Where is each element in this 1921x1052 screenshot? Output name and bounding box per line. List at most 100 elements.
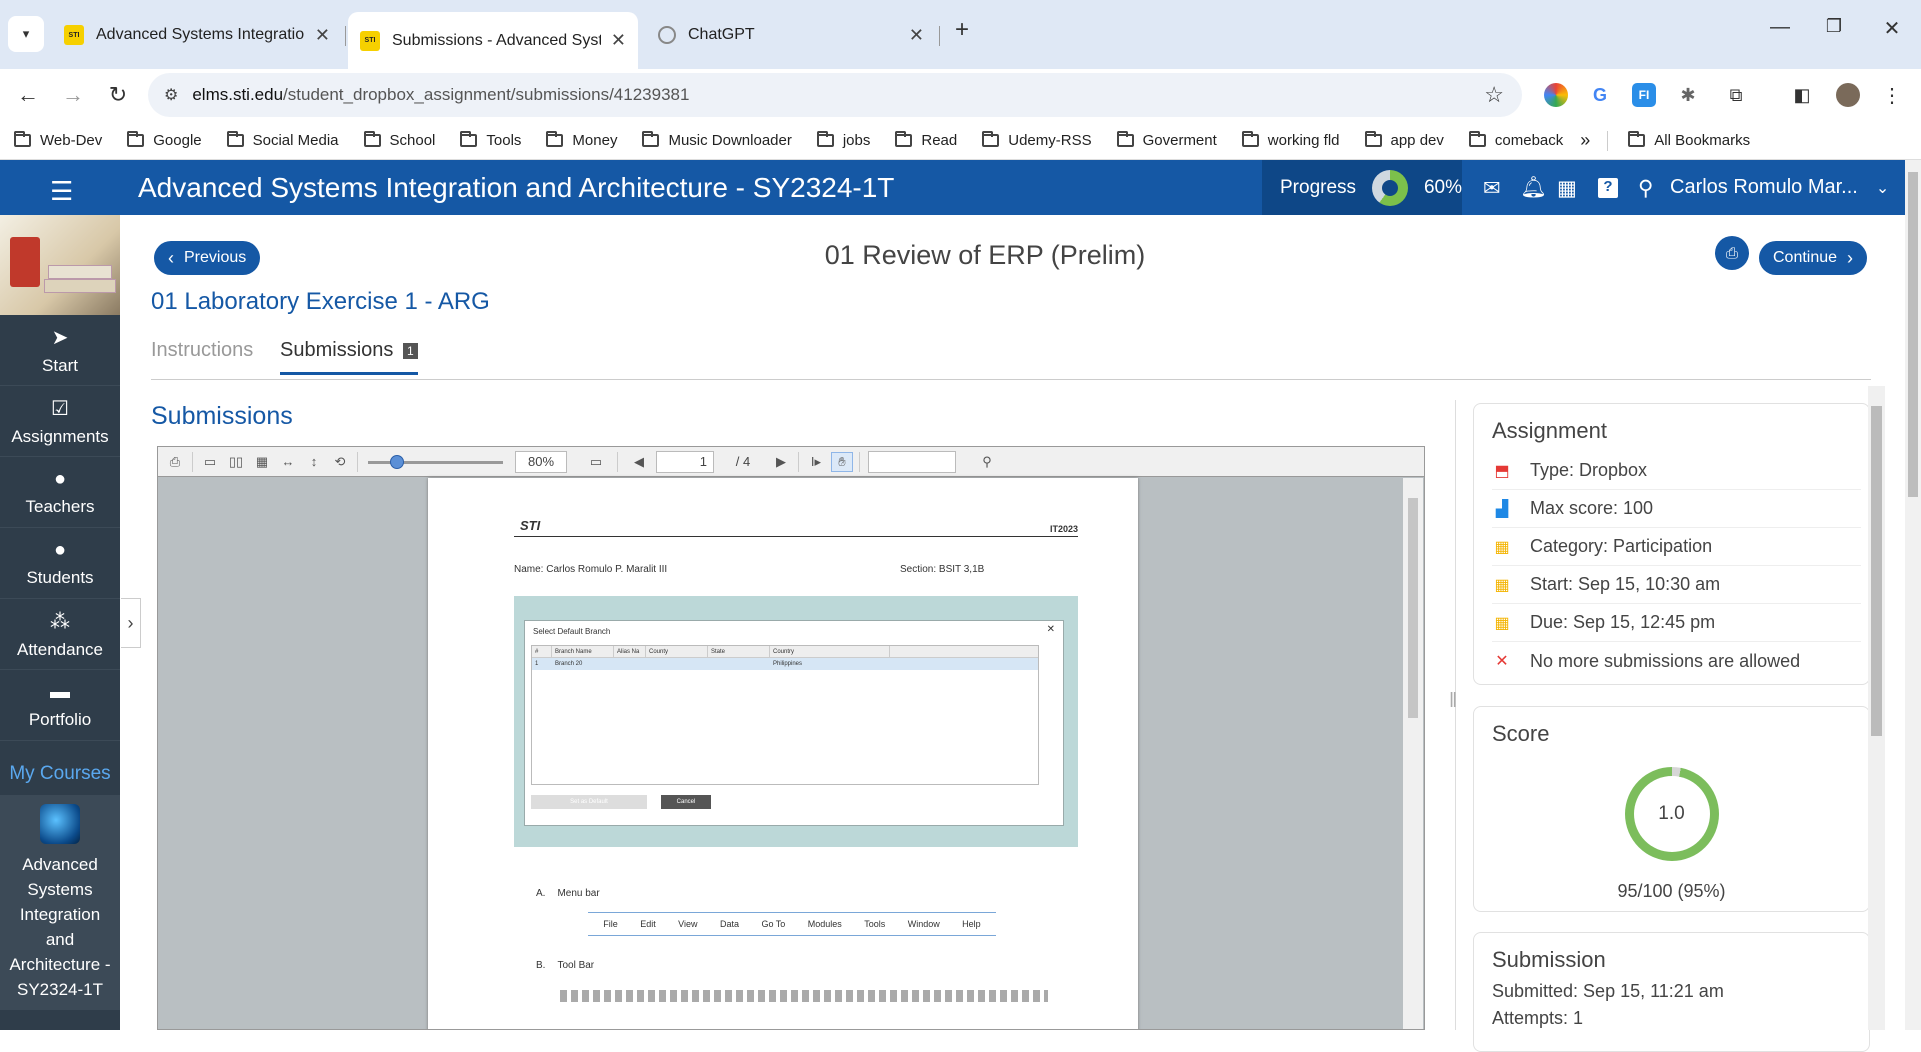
search-icon[interactable]: ⚲ (976, 452, 998, 472)
continue-button[interactable]: Continue › (1759, 241, 1868, 275)
zoom-slider[interactable] (368, 454, 503, 469)
close-tab-icon[interactable]: ✕ (315, 25, 330, 46)
minimize-icon[interactable]: — (1760, 16, 1800, 39)
prev-page-icon[interactable]: ◀ (628, 452, 650, 472)
new-tab-icon[interactable]: + (942, 16, 982, 44)
bookmark-folder[interactable]: Google (127, 131, 202, 149)
bookmark-folder[interactable]: School (363, 131, 435, 149)
close-tab-icon[interactable]: ✕ (909, 25, 924, 46)
bookmark-folder[interactable]: Udemy-RSS (982, 131, 1092, 149)
bookmark-label: app dev (1390, 132, 1444, 149)
submissions-count-badge: 1 (402, 342, 418, 359)
bookmark-folder[interactable]: Music Downloader (642, 131, 792, 149)
extensions-puzzle-icon[interactable]: ⧉ (1724, 83, 1748, 107)
folder-icon (127, 131, 145, 147)
sidebar-item-start[interactable]: ➤ Start (0, 315, 120, 386)
folder-icon (895, 131, 913, 147)
progress-widget[interactable]: Progress 60% (1262, 160, 1462, 215)
bookmark-folder[interactable]: comeback (1468, 131, 1563, 149)
bookmark-folder[interactable]: jobs (816, 131, 870, 149)
forward-icon[interactable]: → (55, 77, 91, 113)
dialog-cell (614, 658, 646, 670)
course-card[interactable]: Advanced Systems Integration and Archite… (0, 796, 120, 1010)
back-icon[interactable]: ← (10, 77, 46, 113)
bookmark-folder[interactable]: app dev (1364, 131, 1444, 149)
sidebar-item-teachers[interactable]: ● Teachers (0, 457, 120, 528)
menu-kebab-icon[interactable]: ⋮ (1880, 83, 1904, 107)
mail-icon[interactable]: ✉ (1483, 176, 1501, 201)
bookmark-folder[interactable]: Web-Dev (14, 131, 102, 149)
hand-tool-icon[interactable]: ✋︎ (831, 451, 853, 472)
profile-avatar-icon[interactable] (1836, 83, 1860, 107)
color-extension-icon[interactable] (1544, 83, 1568, 107)
bookmark-star-icon[interactable]: ☆ (1484, 82, 1504, 108)
browser-tab-3[interactable]: ChatGPT ✕ (646, 14, 936, 56)
next-page-icon[interactable]: ▶ (770, 452, 792, 472)
print-icon[interactable]: ⎙ (1715, 236, 1749, 270)
previous-label: Previous (184, 249, 247, 266)
bookmark-folder[interactable]: Goverment (1116, 131, 1217, 149)
print-icon[interactable]: ⎙ (164, 452, 186, 472)
doc-menu-item: View (678, 919, 698, 929)
bookmarks-overflow-icon[interactable]: » (1580, 130, 1590, 151)
bookmark-folder[interactable]: Money (546, 131, 617, 149)
sidebar-item-students[interactable]: ● Students (0, 528, 120, 599)
my-courses-heading[interactable]: My Courses (0, 741, 120, 796)
sidebar-item-attendance[interactable]: ⁂ Attendance (0, 599, 120, 670)
bookmark-folder[interactable]: working fld (1241, 131, 1340, 149)
rotate-icon[interactable]: ⟲ (329, 452, 351, 472)
doc-menu-bar: File Edit View Data Go To Modules Tools Window H… (588, 912, 996, 936)
zoom-slider-handle[interactable] (389, 454, 404, 469)
page-number-input[interactable]: 1 (656, 450, 714, 473)
fi-extension-icon[interactable]: FI (1632, 83, 1656, 107)
close-window-icon[interactable]: ✕ (1872, 16, 1912, 41)
address-bar[interactable]: ⚙ elms.sti.edu/student_dropbox_assignmen… (148, 73, 1522, 117)
help-icon[interactable]: ? (1598, 178, 1618, 198)
all-bookmarks-folder[interactable]: All Bookmarks (1628, 131, 1750, 149)
calendar-icon[interactable]: ▦ (1557, 176, 1577, 201)
previous-button[interactable]: ‹ Previous (154, 241, 261, 275)
two-page-icon[interactable]: ▯▯ (225, 452, 247, 472)
grid-view-icon[interactable]: ▦ (251, 452, 273, 472)
arrow-icon: ➤ (51, 326, 69, 349)
search-icon[interactable]: ⚲ (1638, 176, 1653, 201)
page-scrollbar[interactable] (1905, 160, 1921, 1030)
sidebar-item-portfolio[interactable]: ▬ Portfolio (0, 670, 120, 741)
bookmark-folder[interactable]: Read (895, 131, 957, 149)
text-select-icon[interactable]: I▸ (805, 452, 827, 472)
assignment-row: ▦ Start: Sep 15, 10:30 am (1492, 566, 1861, 604)
site-settings-icon[interactable]: ⚙ (164, 85, 178, 105)
tab-submissions[interactable]: Submissions 1 (280, 339, 418, 375)
pdf-search-input[interactable] (868, 450, 956, 473)
browser-tab-1[interactable]: STI Advanced Systems Integration ✕ (52, 14, 342, 56)
presentation-icon[interactable]: ▭ (585, 452, 607, 472)
fit-height-icon[interactable]: ↕ (303, 452, 325, 472)
close-tab-icon[interactable]: ✕ (611, 30, 626, 51)
right-panel-scrollbar[interactable] (1868, 386, 1885, 1030)
panel-resize-handle[interactable]: ‖ (1449, 690, 1457, 713)
sidebar-item-assignments[interactable]: ☑ Assignments (0, 386, 120, 457)
browser-tab-active[interactable]: STI Submissions - Advanced Syster ✕ (348, 12, 638, 69)
sidebar-toggle-chevron-icon[interactable]: › (121, 598, 141, 648)
folder-icon (460, 131, 478, 147)
bookmark-folder[interactable]: Social Media (226, 131, 339, 149)
user-menu[interactable]: Carlos Romulo Mar... ⌄ (1670, 176, 1889, 199)
bug-extension-icon[interactable]: ✱ (1676, 83, 1700, 107)
pdf-viewer[interactable]: ⎙ ▭ ▯▯ ▦ ↔ ↕ ⟲ 80% ▭ ◀ 1 / 4 ▶ I▸ ✋︎ ⚲ S… (157, 446, 1425, 1030)
bookmark-label: Social Media (252, 132, 339, 149)
bookmark-folder[interactable]: Tools (460, 131, 521, 149)
tab-title: Submissions - Advanced Syster (392, 31, 601, 49)
close-icon: ✕ (1046, 624, 1055, 635)
reload-icon[interactable]: ↻ (100, 77, 136, 113)
zoom-input[interactable]: 80% (515, 450, 567, 473)
pdf-scrollbar[interactable] (1403, 478, 1423, 1029)
notification-bell-icon[interactable]: 🔔︎ (1520, 176, 1547, 200)
tab-instructions[interactable]: Instructions (151, 339, 253, 362)
fit-width-icon[interactable]: ↔ (277, 452, 299, 472)
restore-icon[interactable]: ❐ (1814, 16, 1854, 37)
grammar-extension-icon[interactable]: G (1588, 83, 1612, 107)
hamburger-menu-icon[interactable]: ☰ (50, 176, 73, 207)
single-page-icon[interactable]: ▭ (199, 452, 221, 472)
side-panel-icon[interactable]: ◧ (1790, 83, 1814, 107)
tab-search-chevron-icon[interactable]: ▾ (8, 16, 44, 52)
